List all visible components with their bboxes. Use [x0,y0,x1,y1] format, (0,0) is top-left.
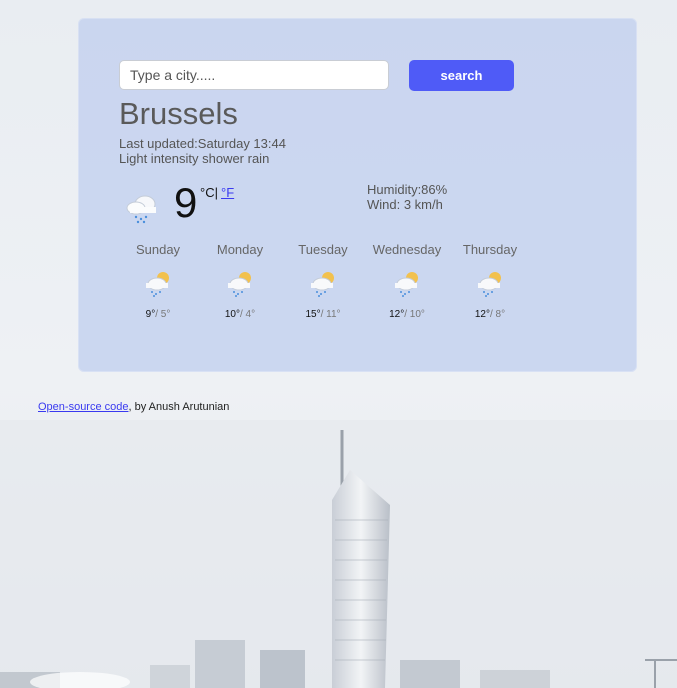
celsius-unit: °C| [200,185,218,200]
cloud-rain-icon [126,195,156,224]
forecast-min-temp: / 8° [490,309,506,320]
forecast-day-name: Wednesday [372,242,442,257]
last-updated: Last updated:Saturday 13:44 [119,136,286,151]
sun-cloud-rain-icon [146,272,169,297]
forecast-min-temp: / 5° [155,309,171,320]
fahrenheit-link[interactable]: °F [221,185,234,200]
forecast-day: Tuesday 15°/ 11° [283,242,363,320]
forecast-min-temp: / 4° [240,309,256,320]
source-code-link[interactable]: Open-source code [38,401,129,413]
city-name: Brussels [119,96,238,131]
forecast-day-name: Tuesday [298,242,348,257]
forecast-max-temp: 10° [224,309,240,320]
weather-card: search Brussels Last updated:Saturday 13… [78,18,637,372]
wind: Wind: 3 km/h [367,197,443,212]
forecast-day: Sunday 9°/ 5° [118,242,198,320]
author-credit: , by Anush Arutunian [128,401,230,413]
sun-cloud-rain-icon [478,272,501,297]
forecast-day-name: Thursday [462,242,518,257]
city-search-input[interactable] [119,60,389,90]
forecast-max-temp: 12° [474,309,490,320]
forecast-day: Wednesday 12°/ 10° [367,242,447,320]
forecast-day-name: Monday [216,242,264,257]
current-temperature: 9 [174,179,198,226]
forecast-max-temp: 15° [305,309,321,320]
sun-cloud-rain-icon [228,272,251,297]
footer: Open-source code, by Anush Arutunian [38,401,229,413]
sun-cloud-rain-icon [311,272,334,297]
forecast-day: Monday 10°/ 4° [200,242,280,320]
forecast: Sunday 9°/ 5° Monday 10°/ 4° Tuesday 15°… [116,242,536,332]
forecast-min-temp: / 11° [320,309,341,320]
weather-description: Light intensity shower rain [119,151,270,166]
sun-cloud-rain-icon [395,272,418,297]
forecast-min-temp: / 10° [404,309,425,320]
forecast-max-temp: 12° [389,309,405,320]
search-button[interactable]: search [409,60,514,91]
forecast-day: Thursday 12°/ 8° [450,242,530,320]
forecast-max-temp: 9° [145,309,156,320]
forecast-day-name: Sunday [135,242,181,257]
humidity: Humidity:86% [367,182,448,197]
